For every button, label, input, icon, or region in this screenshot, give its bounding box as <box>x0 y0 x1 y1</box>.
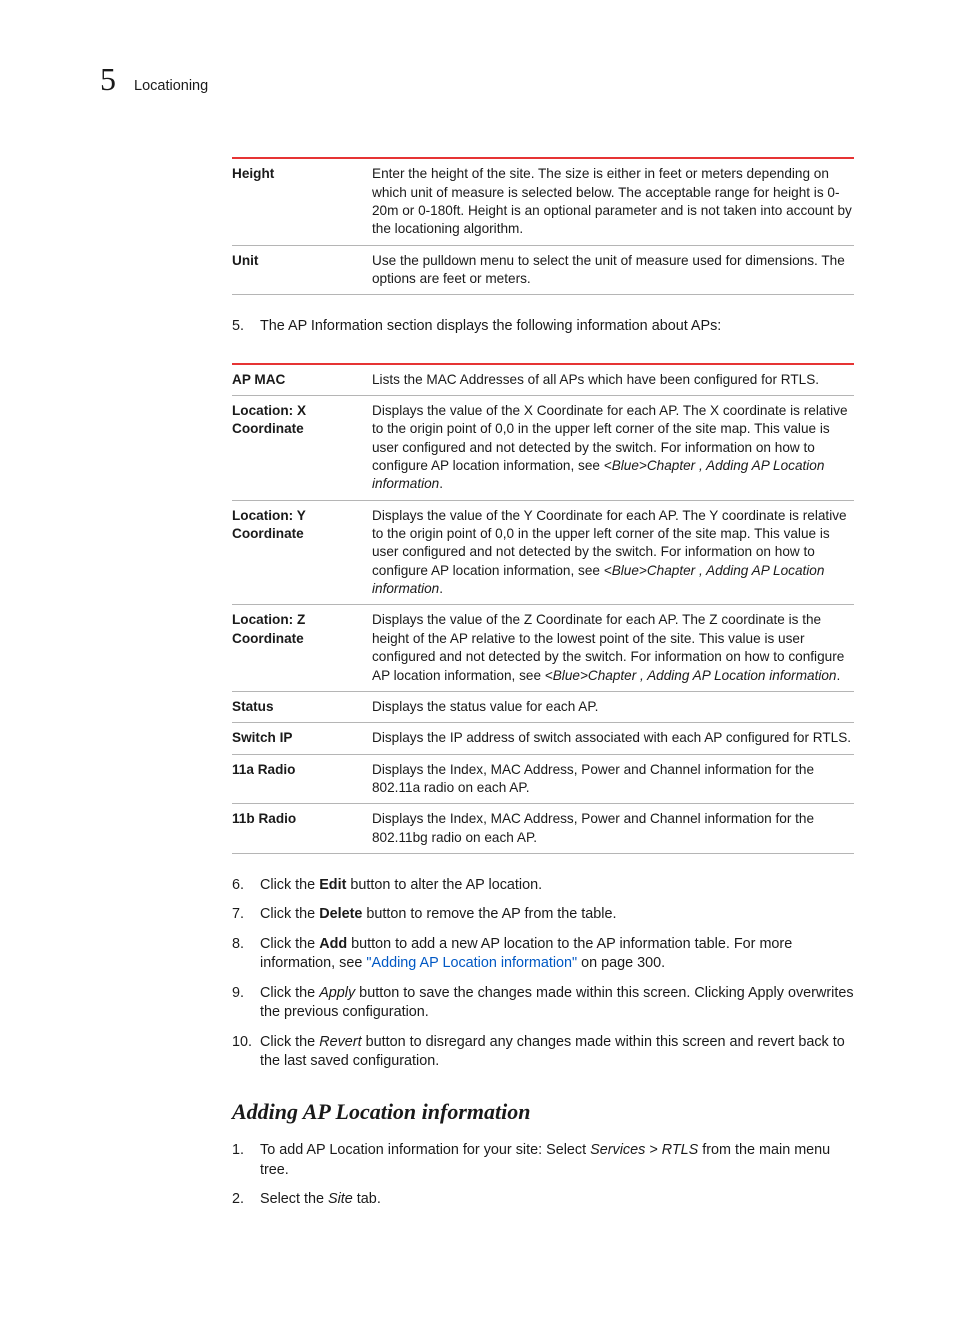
cell-label: 11b Radio <box>232 804 372 854</box>
cell-label: Switch IP <box>232 723 372 754</box>
page-header: 5 Locationing <box>100 58 854 101</box>
table-row: Location: Y Coordinate Displays the valu… <box>232 500 854 605</box>
button-name: Delete <box>319 906 362 922</box>
step-number: 2. <box>232 1190 260 1209</box>
step-number: 6. <box>232 876 260 895</box>
cell-value: Lists the MAC Addresses of all APs which… <box>372 364 854 396</box>
cell-label: Location: Y Coordinate <box>232 500 372 605</box>
text-span: Click the <box>260 906 319 922</box>
step-number: 1. <box>232 1141 260 1180</box>
step-text: The AP Information section displays the … <box>260 317 854 336</box>
step-text: Click the Edit button to alter the AP lo… <box>260 876 854 895</box>
cell-value: Displays the value of the Z Coordinate f… <box>372 605 854 691</box>
step-number: 10. <box>232 1033 260 1072</box>
step-text: Click the Revert button to disregard any… <box>260 1033 854 1072</box>
step-item: 8. Click the Add button to add a new AP … <box>232 935 854 974</box>
cell-value: Use the pulldown menu to select the unit… <box>372 245 854 295</box>
text-span: button to remove the AP from the table. <box>362 906 616 922</box>
step-number: 5. <box>232 317 260 336</box>
text-span: Click the <box>260 985 319 1001</box>
button-name: Revert <box>319 1034 361 1050</box>
step-text: Select the Site tab. <box>260 1190 854 1209</box>
step-list: 5. The AP Information section displays t… <box>232 317 854 336</box>
text-span: tab. <box>353 1191 381 1207</box>
step-list: 1. To add AP Location information for yo… <box>232 1141 854 1209</box>
step-item: 6. Click the Edit button to alter the AP… <box>232 876 854 895</box>
step-item: 9. Click the Apply button to save the ch… <box>232 984 854 1023</box>
table-row: Location: X Coordinate Displays the valu… <box>232 396 854 501</box>
cell-label: Height <box>232 158 372 245</box>
button-name: Apply <box>319 985 355 1001</box>
table-row: Location: Z Coordinate Displays the valu… <box>232 605 854 691</box>
text-span: Click the <box>260 936 319 952</box>
table-row: Unit Use the pulldown menu to select the… <box>232 245 854 295</box>
step-text: Click the Add button to add a new AP loc… <box>260 935 854 974</box>
text-span: button to alter the AP location. <box>346 877 542 893</box>
text-span: To add AP Location information for your … <box>260 1142 590 1158</box>
content-body: Height Enter the height of the site. The… <box>232 157 854 1209</box>
text-span: on page 300. <box>577 955 665 971</box>
site-params-table: Height Enter the height of the site. The… <box>232 157 854 295</box>
tab-name: Site <box>328 1191 353 1207</box>
ap-info-table: AP MAC Lists the MAC Addresses of all AP… <box>232 363 854 854</box>
cell-label: AP MAC <box>232 364 372 396</box>
cell-label: 11a Radio <box>232 754 372 804</box>
text-span: Click the <box>260 877 319 893</box>
table-row: 11b Radio Displays the Index, MAC Addres… <box>232 804 854 854</box>
cell-label: Status <box>232 691 372 722</box>
cell-value: Displays the value of the X Coordinate f… <box>372 396 854 501</box>
step-item: 2. Select the Site tab. <box>232 1190 854 1209</box>
section-heading: Adding AP Location information <box>232 1097 854 1127</box>
chapter-number: 5 <box>100 58 116 101</box>
cell-value: Displays the Index, MAC Address, Power a… <box>372 804 854 854</box>
step-item: 5. The AP Information section displays t… <box>232 317 854 336</box>
step-text: To add AP Location information for your … <box>260 1141 854 1180</box>
cell-label: Unit <box>232 245 372 295</box>
page: 5 Locationing Height Enter the height of… <box>0 0 954 1335</box>
table-row: 11a Radio Displays the Index, MAC Addres… <box>232 754 854 804</box>
step-item: 7. Click the Delete button to remove the… <box>232 905 854 924</box>
menu-path: Services > RTLS <box>590 1142 698 1158</box>
table-row: Switch IP Displays the IP address of swi… <box>232 723 854 754</box>
table-row: Height Enter the height of the site. The… <box>232 158 854 245</box>
cell-text-after: . <box>439 476 443 491</box>
cell-text-after: . <box>837 668 841 683</box>
step-number: 8. <box>232 935 260 974</box>
step-text: Click the Apply button to save the chang… <box>260 984 854 1023</box>
button-name: Add <box>319 936 347 952</box>
step-item: 10. Click the Revert button to disregard… <box>232 1033 854 1072</box>
cell-label: Location: X Coordinate <box>232 396 372 501</box>
cross-reference: <Blue>Chapter , Adding AP Location infor… <box>545 668 837 683</box>
button-name: Edit <box>319 877 346 893</box>
text-span: Select the <box>260 1191 328 1207</box>
cell-value: Enter the height of the site. The size i… <box>372 158 854 245</box>
step-list: 6. Click the Edit button to alter the AP… <box>232 876 854 1072</box>
table-row: AP MAC Lists the MAC Addresses of all AP… <box>232 364 854 396</box>
cell-value: Displays the status value for each AP. <box>372 691 854 722</box>
cell-value: Displays the IP address of switch associ… <box>372 723 854 754</box>
cross-reference-link[interactable]: "Adding AP Location information" <box>366 955 577 971</box>
cell-value: Displays the value of the Y Coordinate f… <box>372 500 854 605</box>
table-row: Status Displays the status value for eac… <box>232 691 854 722</box>
step-item: 1. To add AP Location information for yo… <box>232 1141 854 1180</box>
step-number: 7. <box>232 905 260 924</box>
cell-text-after: . <box>439 581 443 596</box>
cell-label: Location: Z Coordinate <box>232 605 372 691</box>
step-text: Click the Delete button to remove the AP… <box>260 905 854 924</box>
cell-value: Displays the Index, MAC Address, Power a… <box>372 754 854 804</box>
chapter-title: Locationing <box>134 77 208 97</box>
step-number: 9. <box>232 984 260 1023</box>
text-span: Click the <box>260 1034 319 1050</box>
